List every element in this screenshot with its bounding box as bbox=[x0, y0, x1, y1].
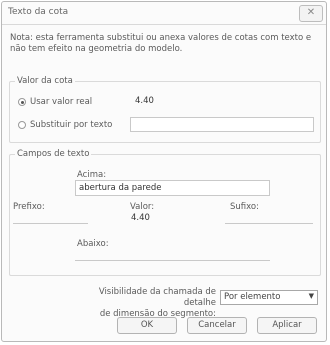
use-actual-value-label[interactable]: Usar valor real bbox=[30, 97, 92, 107]
below-text-input[interactable] bbox=[75, 247, 270, 261]
segment-visibility-label: Visibilidade da chamada de detalhe de di… bbox=[84, 287, 216, 320]
actual-value-display: 4.40 bbox=[135, 96, 154, 106]
dimension-value-group-title: Valor da cota bbox=[15, 76, 75, 86]
replace-with-text-input[interactable] bbox=[130, 117, 314, 132]
dimension-value-group: Valor da cota Usar valor real 4.40 Subst… bbox=[9, 76, 321, 143]
segment-visibility-selected: Por elemento bbox=[224, 292, 281, 302]
replace-with-text-radio[interactable] bbox=[18, 121, 26, 129]
close-button[interactable]: ✕ bbox=[299, 5, 323, 22]
dialog-title: Texto da cota bbox=[8, 7, 69, 17]
info-note: Nota: esta ferramenta substitui ou anexa… bbox=[10, 33, 312, 54]
dimension-text-dialog: Texto da cota ✕ Nota: esta ferramenta su… bbox=[1, 1, 327, 342]
use-actual-value-radio[interactable] bbox=[18, 98, 26, 106]
apply-button[interactable]: Aplicar bbox=[257, 317, 317, 334]
segment-visibility-dropdown[interactable]: Por elemento ▼ bbox=[220, 290, 318, 305]
above-text-input[interactable]: abertura da parede bbox=[75, 180, 270, 196]
close-icon: ✕ bbox=[306, 7, 316, 18]
text-fields-group: Campos de texto Acima: abertura da pared… bbox=[9, 149, 321, 276]
text-fields-group-title: Campos de texto bbox=[15, 149, 92, 159]
segment-visibility-label-line1: Visibilidade da chamada de detalhe bbox=[98, 287, 216, 308]
above-label: Acima: bbox=[77, 170, 107, 180]
cancel-button[interactable]: Cancelar bbox=[187, 317, 247, 334]
suffix-input[interactable] bbox=[225, 211, 313, 224]
prefix-input[interactable] bbox=[13, 211, 88, 224]
chevron-down-icon: ▼ bbox=[308, 292, 314, 300]
ok-button[interactable]: OK bbox=[117, 317, 177, 334]
value-display: 4.40 bbox=[131, 213, 150, 223]
replace-with-text-label[interactable]: Substituir por texto bbox=[30, 120, 112, 130]
title-bar: Texto da cota ✕ bbox=[2, 2, 326, 25]
